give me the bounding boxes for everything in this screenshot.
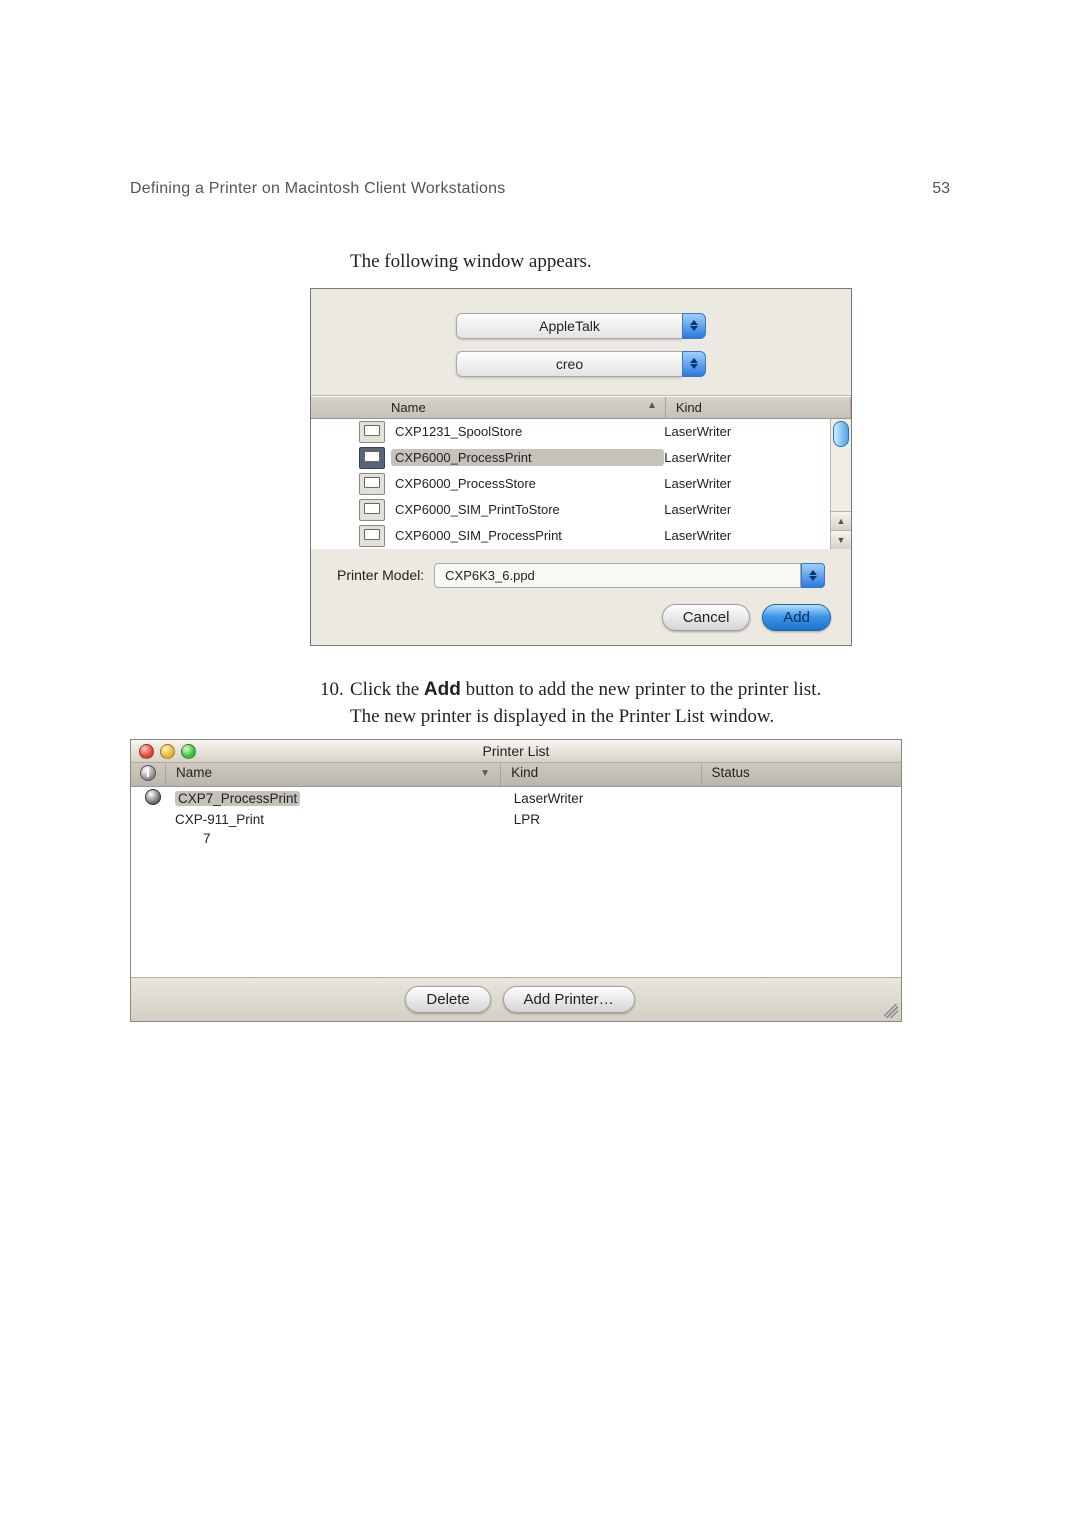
printer-row[interactable]: CXP6000_SIM_ProcessPrintLaserWriter	[311, 523, 830, 549]
printer-row[interactable]: CXP6000_ProcessStoreLaserWriter	[311, 471, 830, 497]
printer-icon	[359, 421, 385, 443]
column-name[interactable]: Name ▼	[166, 763, 501, 786]
updown-icon	[801, 563, 825, 588]
printer-name: CXP6000_SIM_ProcessPrint	[391, 527, 664, 544]
updown-icon	[682, 313, 706, 339]
printer-icon	[359, 499, 385, 521]
cancel-button[interactable]: Cancel	[662, 604, 751, 631]
printer-row[interactable]: CXP1231_SpoolStoreLaserWriter	[311, 419, 830, 445]
printer-name: CXP-911_Print	[175, 812, 514, 827]
scrollbar[interactable]: ▲ ▼	[830, 419, 851, 549]
printer-kind: LPR	[514, 812, 708, 827]
page-number: 53	[932, 180, 950, 198]
titlebar[interactable]: Printer List	[131, 740, 901, 763]
default-printer-icon	[145, 789, 161, 805]
page-header: Defining a Printer on Macintosh Client W…	[130, 180, 950, 198]
printer-icon	[359, 473, 385, 495]
column-kind[interactable]: Kind	[501, 763, 701, 786]
delete-button[interactable]: Delete	[405, 986, 490, 1013]
column-kind[interactable]: Kind	[666, 397, 851, 418]
zoom-icon[interactable]	[181, 744, 196, 759]
printer-name: CXP6000_SIM_PrintToStore	[391, 501, 664, 518]
traffic-lights	[139, 744, 196, 759]
list-item: 7	[131, 829, 901, 848]
sort-desc-icon: ▼	[480, 768, 490, 779]
intro-text: The following window appears.	[350, 248, 950, 276]
minimize-icon[interactable]	[160, 744, 175, 759]
printer-row[interactable]: CXP6000_SIM_PrintToStoreLaserWriter	[311, 497, 830, 523]
printer-kind: LaserWriter	[664, 476, 830, 491]
printer-kind: LaserWriter	[514, 791, 708, 806]
printer-row[interactable]: CXP6000_ProcessPrintLaserWriter	[311, 445, 830, 471]
list-item[interactable]: CXP7_ProcessPrintLaserWriter	[131, 787, 901, 810]
add-button[interactable]: Add	[762, 604, 831, 631]
list-item[interactable]: CXP-911_PrintLPR	[131, 810, 901, 829]
printer-list-columns[interactable]: Name ▼ Kind Status	[131, 763, 901, 787]
add-printer-button[interactable]: Add Printer…	[503, 986, 635, 1013]
printer-icon	[359, 525, 385, 547]
column-name[interactable]: Name ▲	[311, 397, 666, 418]
printer-name: CXP6000_ProcessPrint	[391, 449, 664, 466]
connection-select-value: AppleTalk	[456, 313, 682, 339]
connection-select[interactable]: AppleTalk	[456, 313, 706, 339]
close-icon[interactable]	[139, 744, 154, 759]
printer-kind: LaserWriter	[664, 502, 830, 517]
printer-model-value: CXP6K3_6.ppd	[434, 563, 801, 588]
printer-list-body: CXP7_ProcessPrintLaserWriterCXP-911_Prin…	[131, 787, 901, 977]
default-printer-icon	[140, 765, 156, 781]
printer-model-label: Printer Model:	[337, 567, 424, 583]
sort-asc-icon: ▲	[647, 400, 657, 411]
zone-select-value: creo	[456, 351, 682, 377]
printer-kind: LaserWriter	[664, 528, 830, 543]
printer-model-select[interactable]: CXP6K3_6.ppd	[434, 563, 825, 588]
printer-list-header[interactable]: Name ▲ Kind	[311, 396, 851, 419]
printer-icon	[359, 447, 385, 469]
printer-name: CXP7_ProcessPrint	[175, 791, 514, 806]
printer-list-window: Printer List Name ▼ Kind Status CXP7_Pro…	[130, 739, 902, 1022]
column-default[interactable]	[131, 763, 166, 786]
printer-kind: LaserWriter	[664, 424, 830, 439]
zone-select[interactable]: creo	[456, 351, 706, 377]
scroll-down-button[interactable]: ▼	[831, 530, 851, 549]
window-title: Printer List	[483, 743, 550, 759]
updown-icon	[682, 351, 706, 377]
scroll-up-button[interactable]: ▲	[831, 511, 851, 530]
column-status[interactable]: Status	[702, 763, 901, 786]
printer-rows: CXP1231_SpoolStoreLaserWriterCXP6000_Pro…	[311, 419, 830, 549]
printer-name: CXP6000_ProcessStore	[391, 475, 664, 492]
add-printer-dialog: AppleTalk creo Name ▲ Kind CXP1231_Spool…	[310, 288, 852, 646]
running-head: Defining a Printer on Macintosh Client W…	[130, 180, 505, 198]
printer-name: CXP1231_SpoolStore	[391, 423, 664, 440]
printer-kind: LaserWriter	[664, 450, 830, 465]
resize-grip-icon[interactable]	[884, 1004, 898, 1018]
scroll-thumb[interactable]	[833, 421, 849, 447]
step-10: 10.Click the Add button to add the new p…	[320, 676, 950, 731]
